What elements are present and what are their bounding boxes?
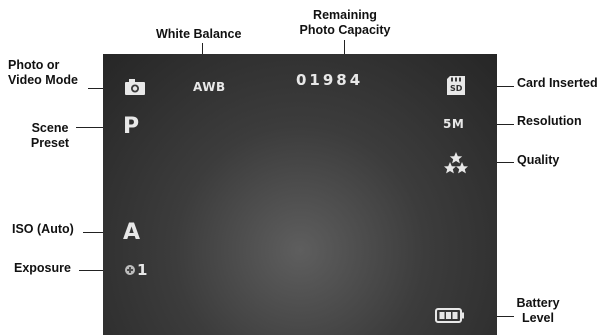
- battery-level-callout: Battery Level: [514, 296, 562, 326]
- sd-card-label: SD: [450, 84, 463, 93]
- scene-preset-callout: Scene Preset: [26, 121, 74, 151]
- remaining-capacity-callout-line2: Photo Capacity: [299, 23, 391, 37]
- resolution-callout: Resolution: [517, 114, 582, 128]
- photo-video-mode-callout-line2: Video Mode: [8, 73, 78, 87]
- photo-video-mode-callout-line1: Photo or: [8, 58, 60, 72]
- card-inserted-callout: Card Inserted: [517, 76, 598, 90]
- white-balance-indicator: AWB: [193, 80, 226, 94]
- sd-card-icon: SD: [446, 76, 466, 95]
- battery-icon: [435, 308, 464, 323]
- resolution-indicator: 5M: [443, 117, 465, 131]
- white-balance-callout: White Balance: [156, 27, 242, 41]
- exposure-callout: Exposure: [14, 261, 71, 275]
- scene-preset-indicator: P: [123, 114, 140, 139]
- scene-preset-callout-line2: Preset: [30, 136, 70, 150]
- iso-callout: ISO (Auto): [12, 222, 74, 236]
- remaining-capacity-callout: Remaining Photo Capacity: [290, 8, 400, 38]
- photo-video-mode-callout: Photo or Video Mode: [8, 58, 78, 88]
- battery-level-callout-line2: Level: [522, 311, 554, 325]
- remaining-capacity-callout-line1: Remaining: [313, 8, 377, 22]
- stars-icon: [444, 152, 468, 174]
- exposure-icon: [125, 265, 135, 275]
- remaining-photo-counter: 01984: [296, 71, 364, 89]
- quality-callout: Quality: [517, 153, 560, 167]
- iso-indicator: A: [123, 220, 141, 245]
- exposure-value: 1: [137, 261, 148, 279]
- camera-icon: [125, 79, 145, 95]
- battery-level-callout-line1: Battery: [516, 296, 560, 310]
- camera-lcd-screen: AWB 01984 SD P 5M A 1: [103, 54, 497, 335]
- scene-preset-callout-line1: Scene: [31, 121, 69, 135]
